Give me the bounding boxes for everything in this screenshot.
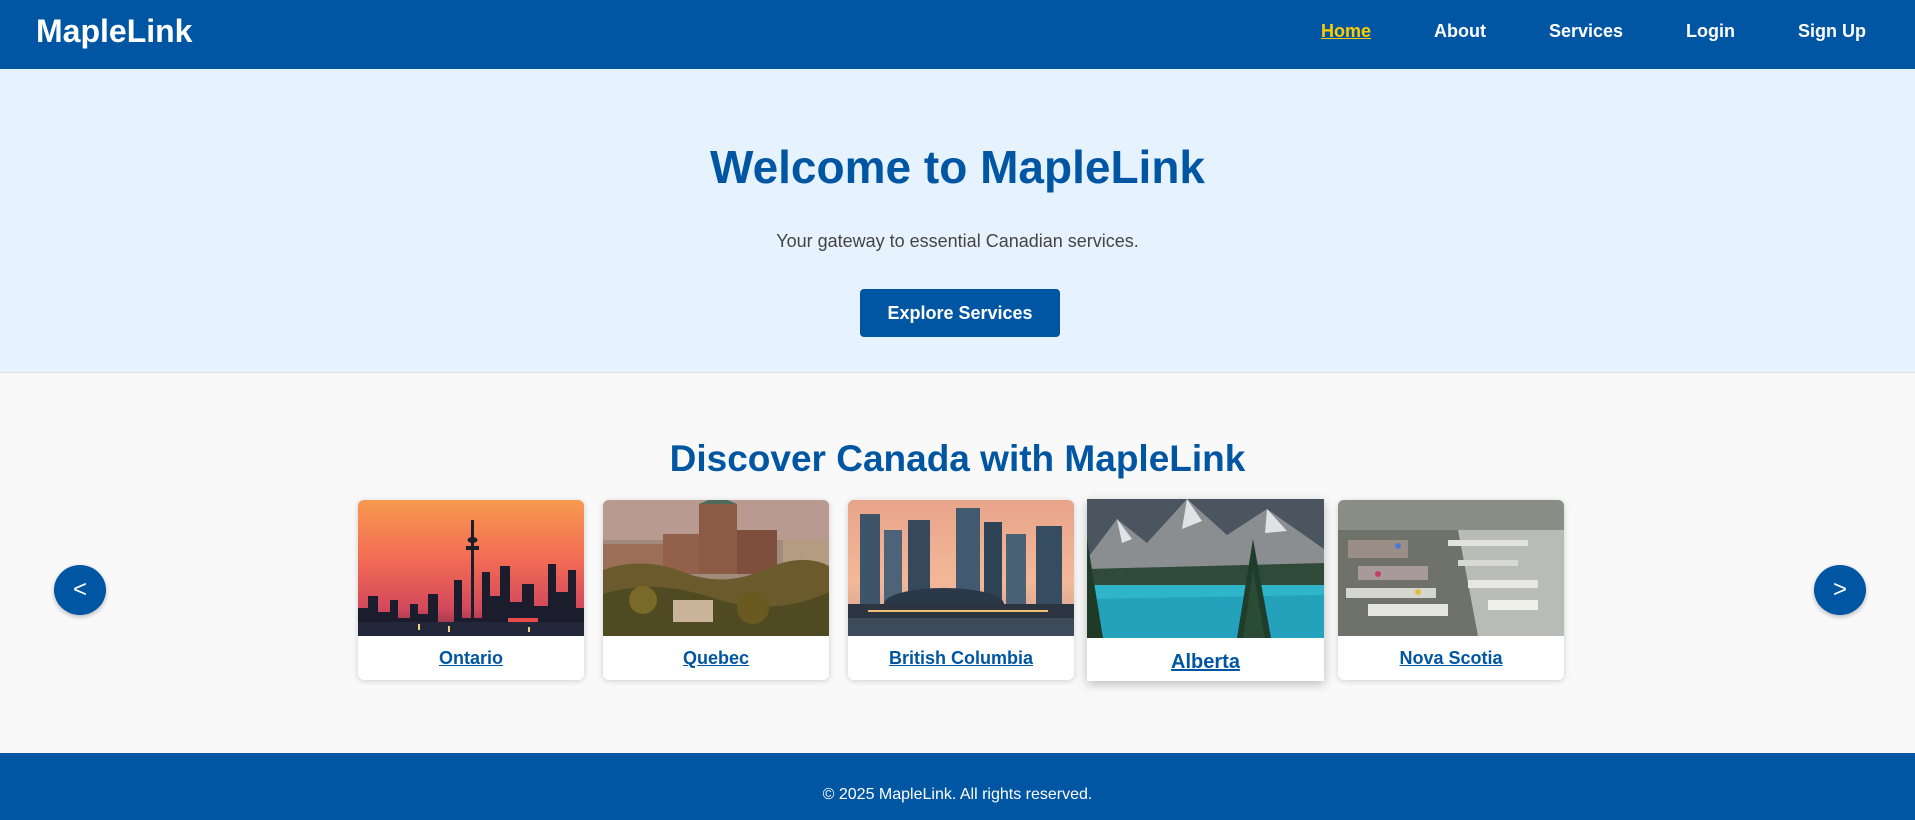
province-label-ontario[interactable]: Ontario — [358, 648, 584, 669]
province-card-nova-scotia[interactable]: Nova Scotia — [1338, 500, 1564, 680]
nova-scotia-harbour-image — [1338, 500, 1564, 636]
province-card-quebec[interactable]: Quebec — [603, 500, 829, 680]
nav-link-about[interactable]: About — [1434, 21, 1486, 42]
footer-copyright: © 2025 MapleLink. All rights reserved. — [822, 786, 1093, 803]
nav-link-login[interactable]: Login — [1686, 21, 1735, 42]
province-card-ontario[interactable]: Ontario — [358, 500, 584, 680]
explore-services-button[interactable]: Explore Services — [860, 289, 1060, 337]
british-columbia-city-image — [848, 500, 1074, 636]
quebec-chateau-image — [603, 500, 829, 636]
brand-logo[interactable]: MapleLink — [36, 13, 192, 50]
alberta-lake-image — [1087, 499, 1324, 638]
province-label-british-columbia[interactable]: British Columbia — [848, 648, 1074, 669]
province-card-alberta[interactable]: Alberta — [1087, 499, 1324, 681]
discover-title: Discover Canada with MapleLink — [669, 438, 1246, 479]
carousel-next-button[interactable]: > — [1814, 565, 1866, 615]
province-card-british-columbia[interactable]: British Columbia — [848, 500, 1074, 680]
carousel-prev-button[interactable]: < — [54, 565, 106, 615]
page-footer: © 2025 MapleLink. All rights reserved. — [0, 753, 1915, 820]
nav-link-services[interactable]: Services — [1549, 21, 1623, 42]
nav-link-signup[interactable]: Sign Up — [1798, 21, 1866, 42]
province-label-nova-scotia[interactable]: Nova Scotia — [1338, 648, 1564, 669]
province-label-alberta[interactable]: Alberta — [1087, 651, 1324, 674]
ontario-skyline-image — [358, 500, 584, 636]
nav-link-home[interactable]: Home — [1321, 21, 1371, 42]
hero-title: Welcome to MapleLink — [709, 141, 1206, 193]
top-navbar: MapleLink Home About Services Login Sign… — [0, 0, 1915, 69]
province-label-quebec[interactable]: Quebec — [603, 648, 829, 669]
hero-subtitle: Your gateway to essential Canadian servi… — [776, 231, 1139, 251]
